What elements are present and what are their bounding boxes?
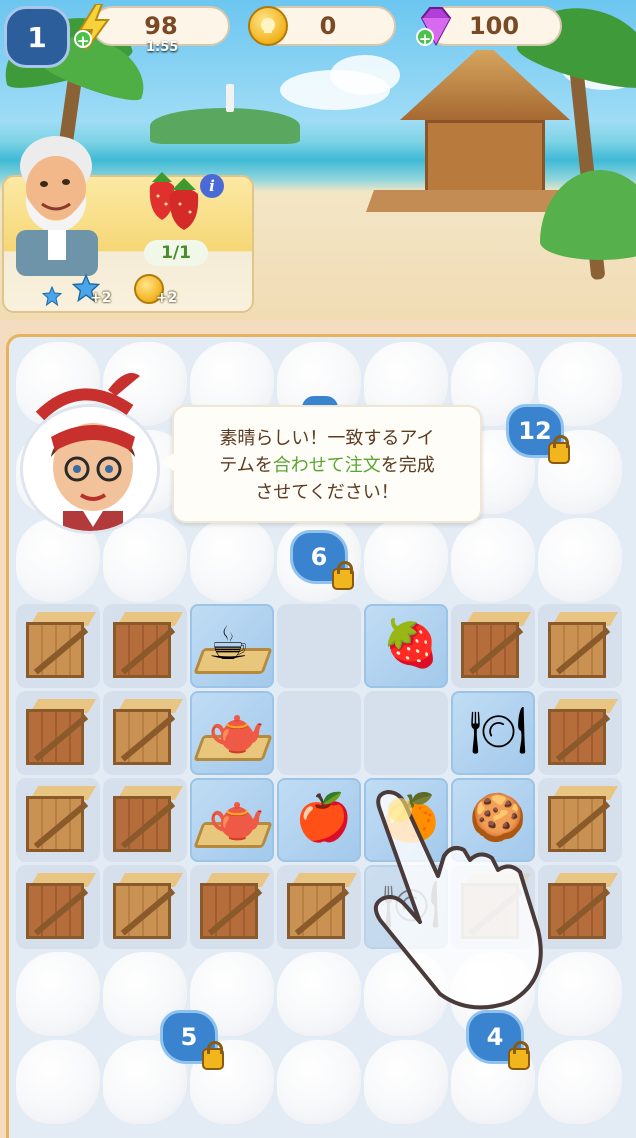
- xp-star-icon: [42, 286, 62, 306]
- gem-value: 100: [468, 12, 520, 40]
- energy-timer: 1:55: [146, 40, 179, 55]
- tutorial-highlight: 合わせて: [272, 455, 345, 476]
- wooden-crate[interactable]: [548, 612, 619, 678]
- tutorial-line-1: 素晴らしい！一致するアイ: [196, 425, 458, 452]
- island: [150, 108, 300, 144]
- cloud: [330, 55, 400, 95]
- tutorial-hand-pointer: [360, 780, 560, 1010]
- fog-cloud: [449, 516, 537, 604]
- lock-level: 12: [518, 417, 552, 445]
- bubble-item-tray-cup[interactable]: ☕: [190, 604, 274, 688]
- level-number: 1: [27, 20, 47, 54]
- wooden-crate[interactable]: [113, 786, 184, 852]
- locked-area-badge[interactable]: 5: [160, 1010, 224, 1070]
- tray-teapot-icon: 🫖: [208, 703, 266, 757]
- fog-cloud: [188, 516, 276, 604]
- lighthouse: [226, 84, 234, 112]
- xp-reward-amount: +2: [90, 290, 112, 306]
- plate-icon: 🍽: [469, 703, 528, 757]
- fog-cloud: [275, 950, 363, 1038]
- bubble-item-tray-teapot-cup[interactable]: 🫖: [190, 778, 274, 862]
- lock-level: 6: [310, 543, 328, 571]
- tutorial-text: を完成: [380, 455, 435, 476]
- coin-value: 0: [319, 12, 337, 40]
- fog-cloud: [275, 1038, 363, 1126]
- fog-cloud: [362, 516, 450, 604]
- wooden-crate[interactable]: [26, 612, 97, 678]
- tray-cup-icon: ☕: [208, 616, 250, 670]
- fog-cloud: [536, 516, 624, 604]
- tutorial-highlight: 注文: [344, 455, 381, 476]
- wooden-crate[interactable]: [26, 786, 97, 852]
- lock-icon: [548, 435, 570, 464]
- tray-teapot-cup-icon: 🫖: [208, 790, 266, 844]
- board-cell[interactable]: [277, 691, 361, 775]
- tutorial-line-2: テムを合わせて注文を完成: [196, 452, 458, 479]
- wooden-crate[interactable]: [287, 873, 358, 939]
- lock-level: 4: [486, 1023, 504, 1051]
- coin-icon: [248, 6, 288, 46]
- wooden-crate[interactable]: [548, 699, 619, 765]
- wooden-crate[interactable]: [113, 612, 184, 678]
- apple-icon: 🍎: [295, 790, 353, 844]
- locked-area-badge[interactable]: 4: [466, 1010, 530, 1070]
- helper-avatar: [20, 366, 162, 534]
- tutorial-text: テムを: [219, 455, 273, 476]
- bubble-item-plate[interactable]: 🍽: [451, 691, 535, 775]
- lock-level: 5: [180, 1023, 198, 1051]
- board-cell[interactable]: [277, 604, 361, 688]
- tutorial-line-3: させてください！: [196, 479, 458, 506]
- info-icon[interactable]: i: [200, 174, 224, 198]
- lock-icon: [332, 561, 354, 590]
- wooden-crate[interactable]: [26, 699, 97, 765]
- fog-cloud: [14, 950, 102, 1038]
- customer-avatar: [4, 126, 114, 276]
- fog-cloud: [14, 1038, 102, 1126]
- lightning-icon: +: [74, 4, 112, 50]
- tutorial-text: させてください！: [255, 482, 399, 503]
- coin-reward-amount: +2: [156, 290, 178, 306]
- lock-icon: [202, 1041, 224, 1070]
- tutorial-speech-bubble: 素晴らしい！一致するアイ テムを合わせて注文を完成 させてください！: [160, 405, 482, 523]
- tutorial-text: 素晴らしい！一致するアイ: [219, 428, 435, 449]
- energy-value: 98: [144, 12, 178, 40]
- wooden-crate[interactable]: [200, 873, 271, 939]
- wooden-crate[interactable]: [113, 699, 184, 765]
- board-cell[interactable]: [364, 691, 448, 775]
- bubble-item-strawberries[interactable]: 🍓: [364, 604, 448, 688]
- bubble-item-apple[interactable]: 🍎: [277, 778, 361, 862]
- fog-cloud: [536, 1038, 624, 1126]
- bubble-item-tray-teapot[interactable]: 🫖: [190, 691, 274, 775]
- order-progress: 1/1: [144, 240, 208, 266]
- lock-icon: [508, 1041, 530, 1070]
- wooden-crate[interactable]: [461, 612, 532, 678]
- locked-area-badge[interactable]: 12: [506, 404, 570, 464]
- beach-hut: [365, 50, 575, 212]
- wooden-crate[interactable]: [113, 873, 184, 939]
- locked-area-badge[interactable]: 6: [290, 530, 354, 590]
- gem-icon: +: [414, 4, 458, 48]
- strawberries-icon: 🍓: [382, 616, 440, 670]
- fog-cloud: [362, 1038, 450, 1126]
- level-badge[interactable]: 1: [4, 6, 70, 68]
- wooden-crate[interactable]: [26, 873, 97, 939]
